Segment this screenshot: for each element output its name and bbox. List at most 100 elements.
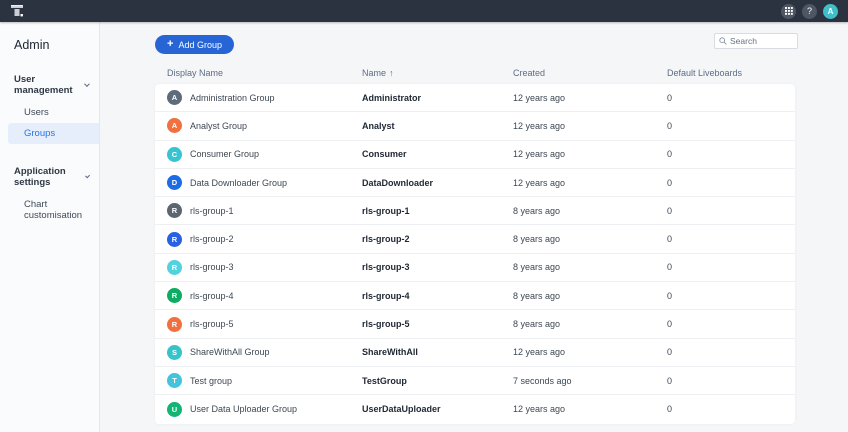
page-title: Admin (0, 22, 99, 52)
group-name-cell: rls-group-2 (362, 234, 513, 244)
group-avatar: R (167, 203, 182, 218)
apps-grid-icon[interactable] (781, 4, 796, 19)
search-box[interactable] (714, 33, 798, 49)
group-name-cell: DataDownloader (362, 178, 513, 188)
table-row[interactable]: Rrls-group-5rls-group-58 years ago0 (155, 310, 795, 338)
table-row[interactable]: SShareWithAll GroupShareWithAll12 years … (155, 339, 795, 367)
sidebar-section-header-application-settings[interactable]: Application settings (0, 160, 99, 194)
sidebar-section-application-settings: Application settings Chart customisation (0, 160, 99, 226)
default-liveboards-cell: 0 (667, 291, 795, 301)
section-label: User management (14, 74, 85, 96)
table-row[interactable]: TTest groupTestGroup7 seconds ago0 (155, 367, 795, 395)
group-display-name: rls-group-3 (190, 262, 234, 272)
group-avatar: T (167, 373, 182, 388)
default-liveboards-cell: 0 (667, 93, 795, 103)
created-cell: 8 years ago (513, 234, 667, 244)
column-header-display-name[interactable]: Display Name (167, 68, 362, 78)
sidebar-item-chart-customisation[interactable]: Chart customisation (0, 194, 99, 226)
thoughtspot-logo[interactable] (10, 4, 26, 18)
user-avatar[interactable]: A (823, 4, 838, 19)
group-name-cell: rls-group-1 (362, 206, 513, 216)
group-display-name: ShareWithAll Group (190, 347, 270, 357)
group-avatar: A (167, 118, 182, 133)
groups-table: Display Name Name ↑ Created Default Live… (155, 62, 795, 424)
created-cell: 12 years ago (513, 149, 667, 159)
default-liveboards-cell: 0 (667, 262, 795, 272)
created-cell: 8 years ago (513, 206, 667, 216)
display-name-cell: A Analyst Group (167, 118, 362, 133)
display-name-cell: SShareWithAll Group (167, 345, 362, 360)
group-name-cell: Consumer (362, 149, 513, 159)
search-icon (719, 37, 727, 45)
group-name-cell: UserDataUploader (362, 404, 513, 414)
admin-sidebar: Admin User management Users Groups Appli… (0, 22, 100, 432)
table-header-row: Display Name Name ↑ Created Default Live… (155, 62, 795, 84)
table-row[interactable]: Rrls-group-1rls-group-18 years ago0 (155, 197, 795, 225)
created-cell: 12 years ago (513, 404, 667, 414)
display-name-cell: DData Downloader Group (167, 175, 362, 190)
group-name-cell: rls-group-4 (362, 291, 513, 301)
group-display-name: Consumer Group (190, 149, 259, 159)
display-name-cell: Rrls-group-3 (167, 260, 362, 275)
table-row[interactable]: DData Downloader GroupDataDownloader12 y… (155, 169, 795, 197)
default-liveboards-cell: 0 (667, 404, 795, 414)
default-liveboards-cell: 0 (667, 121, 795, 131)
group-name-cell: rls-group-3 (362, 262, 513, 272)
table-row[interactable]: AAdministration GroupAdministrator12 yea… (155, 84, 795, 112)
sort-ascending-icon: ↑ (389, 68, 394, 78)
sidebar-item-users[interactable]: Users (0, 102, 99, 123)
table-row[interactable]: C Consumer Group Consumer12 years ago0 (155, 141, 795, 169)
sidebar-item-groups[interactable]: Groups (8, 123, 99, 144)
table-row[interactable]: Rrls-group-4rls-group-48 years ago0 (155, 282, 795, 310)
group-name-cell: ShareWithAll (362, 347, 513, 357)
column-header-default-liveboards[interactable]: Default Liveboards (667, 68, 795, 78)
display-name-cell: Rrls-group-1 (167, 203, 362, 218)
display-name-cell: Rrls-group-4 (167, 288, 362, 303)
group-display-name: rls-group-5 (190, 319, 234, 329)
default-liveboards-cell: 0 (667, 376, 795, 386)
table-row[interactable]: Rrls-group-3rls-group-38 years ago0 (155, 254, 795, 282)
display-name-cell: C Consumer Group (167, 147, 362, 162)
add-group-label: Add Group (178, 40, 222, 50)
group-display-name: User Data Uploader Group (190, 404, 297, 414)
default-liveboards-cell: 0 (667, 234, 795, 244)
group-avatar: R (167, 317, 182, 332)
display-name-cell: T Test group (167, 373, 362, 388)
sidebar-section-user-management: User management Users Groups (0, 68, 99, 144)
group-avatar: D (167, 175, 182, 190)
default-liveboards-cell: 0 (667, 149, 795, 159)
created-cell: 12 years ago (513, 178, 667, 188)
group-avatar: C (167, 147, 182, 162)
column-header-name[interactable]: Name ↑ (362, 68, 513, 78)
default-liveboards-cell: 0 (667, 347, 795, 357)
group-display-name: Administration Group (190, 93, 275, 103)
sidebar-section-header-user-management[interactable]: User management (0, 68, 99, 102)
plus-icon: + (167, 39, 173, 50)
created-cell: 12 years ago (513, 93, 667, 103)
table-row[interactable]: U User Data Uploader Group UserDataUploade… (155, 395, 795, 423)
default-liveboards-cell: 0 (667, 319, 795, 329)
group-avatar: R (167, 232, 182, 247)
help-icon[interactable]: ? (802, 4, 817, 19)
created-cell: 7 seconds ago (513, 376, 667, 386)
group-display-name: rls-group-4 (190, 291, 234, 301)
display-name-cell: Rrls-group-5 (167, 317, 362, 332)
created-cell: 12 years ago (513, 121, 667, 131)
table-row[interactable]: A Analyst Group Analyst12 years ago0 (155, 112, 795, 140)
display-name-cell: AAdministration Group (167, 90, 362, 105)
group-display-name: Test group (190, 376, 232, 386)
search-input[interactable] (730, 36, 790, 46)
table-row[interactable]: Rrls-group-2rls-group-28 years ago0 (155, 225, 795, 253)
top-navigation-bar: ? A (0, 0, 848, 22)
default-liveboards-cell: 0 (667, 178, 795, 188)
display-name-cell: U User Data Uploader Group (167, 402, 362, 417)
column-header-created[interactable]: Created (513, 68, 667, 78)
group-avatar: U (167, 402, 182, 417)
group-name-cell: Analyst (362, 121, 513, 131)
group-display-name: Analyst Group (190, 121, 247, 131)
display-name-cell: Rrls-group-2 (167, 232, 362, 247)
table-body: AAdministration GroupAdministrator12 yea… (155, 84, 795, 424)
groups-main-panel: + Add Group Display Name Name ↑ Created … (100, 22, 848, 432)
add-group-button[interactable]: + Add Group (155, 35, 234, 54)
group-display-name: rls-group-1 (190, 206, 234, 216)
